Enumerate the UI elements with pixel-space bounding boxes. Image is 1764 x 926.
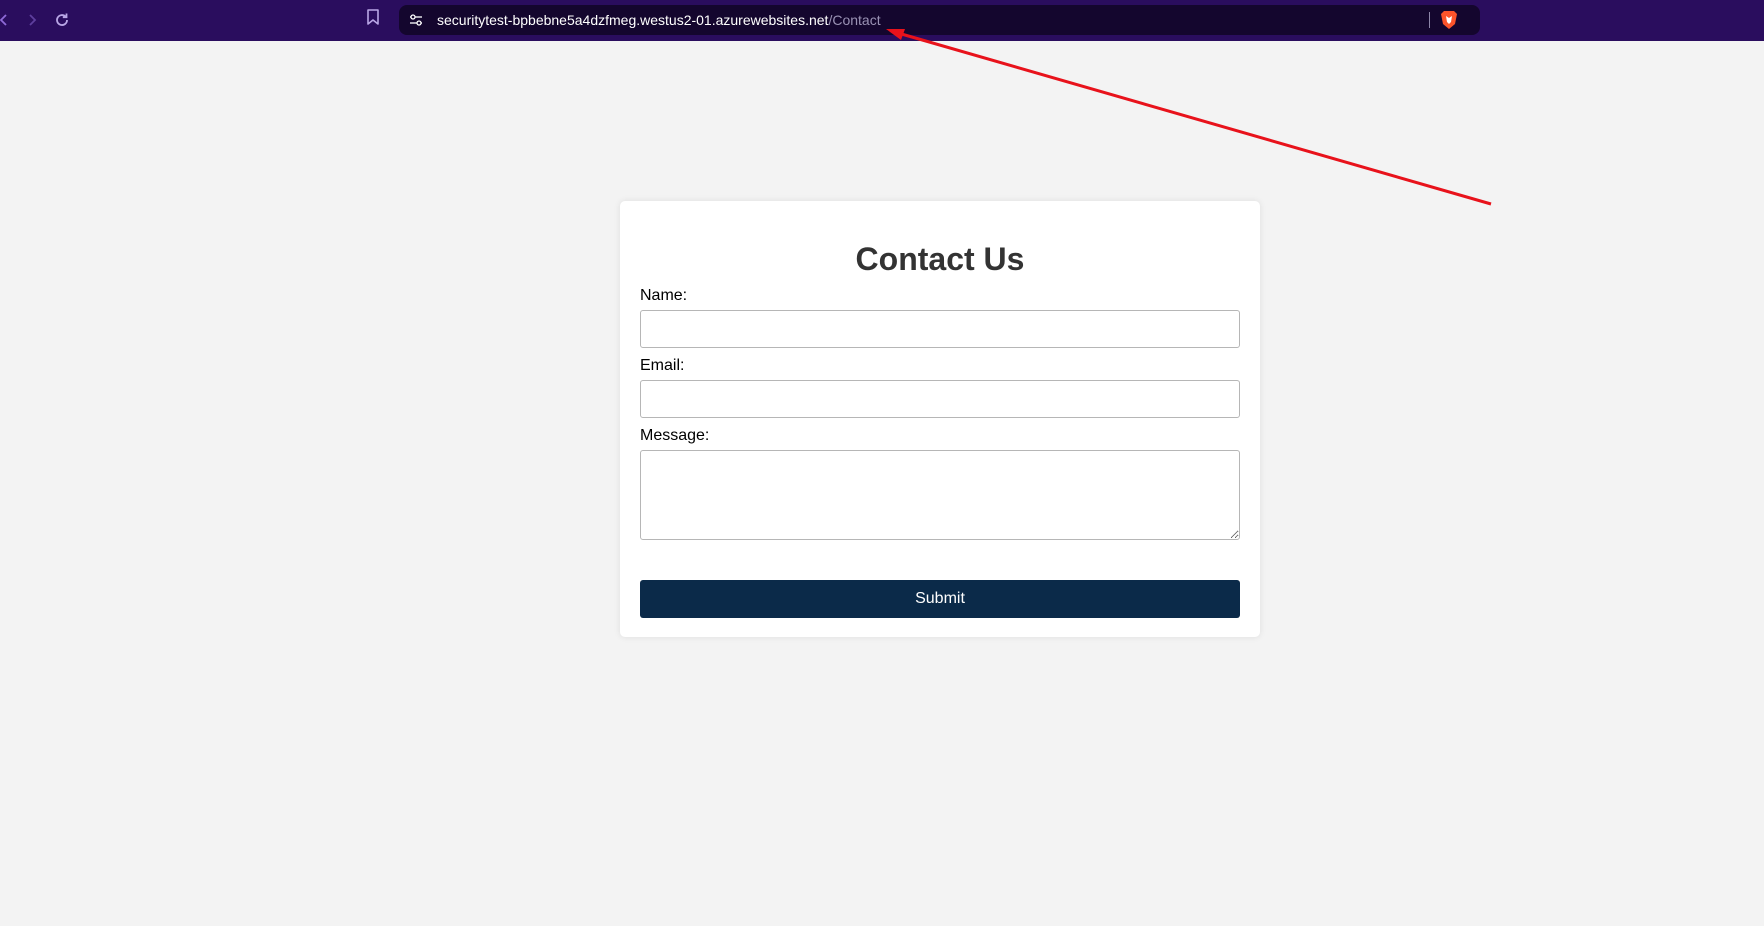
forward-icon	[29, 14, 37, 26]
submit-button[interactable]: Submit	[640, 580, 1240, 618]
email-input[interactable]	[640, 380, 1240, 418]
contact-form-card: Contact Us Name: Email: Message: Submit	[620, 201, 1260, 637]
email-label: Email:	[640, 357, 685, 374]
message-label: Message:	[640, 427, 710, 444]
bookmark-button[interactable]	[366, 8, 380, 31]
browser-toolbar: securitytest-bpbebne5a4dzfmeg.westus2-01…	[0, 0, 1764, 41]
url-text[interactable]: securitytest-bpbebne5a4dzfmeg.westus2-01…	[437, 5, 881, 35]
address-bar-divider	[1429, 12, 1430, 28]
back-icon	[0, 14, 7, 26]
url-host: securitytest-bpbebne5a4dzfmeg.westus2-01…	[437, 12, 829, 28]
name-label: Name:	[640, 287, 688, 304]
message-textarea[interactable]	[640, 450, 1240, 540]
site-settings-icon[interactable]	[408, 12, 424, 28]
reload-button[interactable]	[50, 8, 74, 32]
brave-shield-icon[interactable]	[1440, 10, 1458, 30]
name-input[interactable]	[640, 310, 1240, 348]
bookmark-icon	[367, 9, 379, 25]
url-path: /Contact	[828, 12, 881, 28]
back-button[interactable]	[0, 8, 16, 32]
forward-button[interactable]	[20, 8, 44, 32]
reload-icon	[56, 13, 68, 26]
page-title: Contact Us	[855, 241, 1025, 277]
address-bar[interactable]: securitytest-bpbebne5a4dzfmeg.westus2-01…	[399, 5, 1480, 35]
